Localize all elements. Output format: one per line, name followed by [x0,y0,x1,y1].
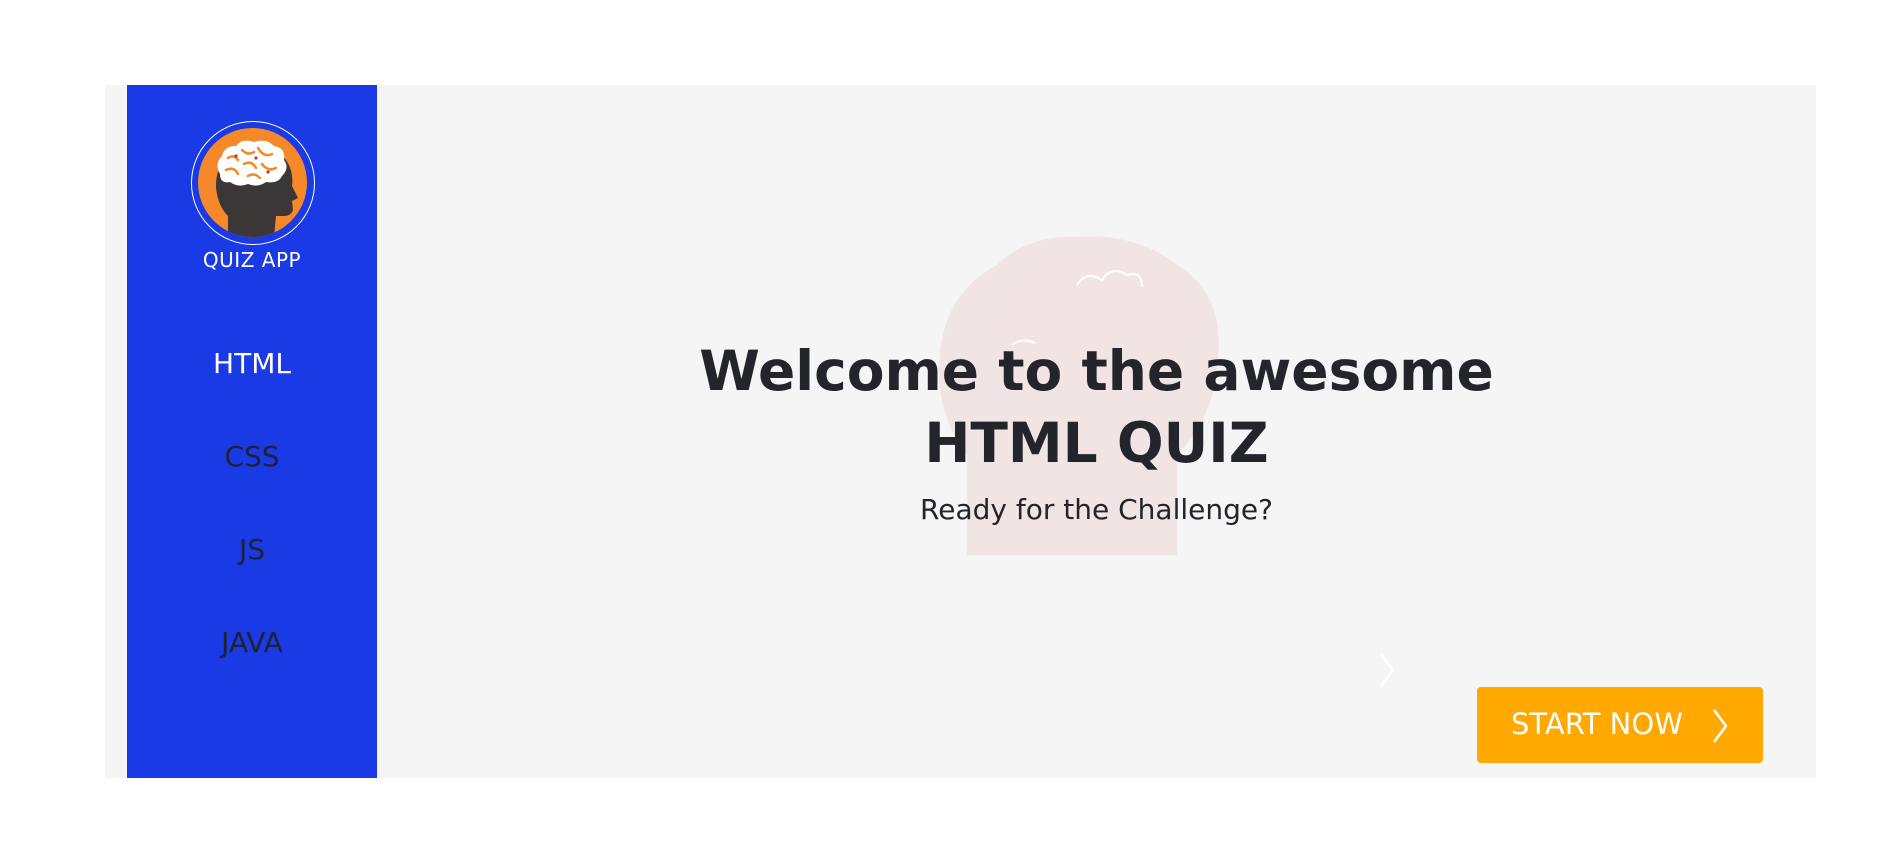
sidebar-item-js[interactable]: JS [127,533,377,626]
faint-chevron-right-icon [1380,653,1395,687]
start-now-button[interactable]: START NOW [1477,687,1763,763]
sidebar-item-html[interactable]: HTML [127,347,377,440]
chevron-right-icon [1713,709,1728,743]
app-name: QUIZ APP [202,248,302,272]
title-line-2: HTML QUIZ [924,411,1269,475]
sidebar: QUIZ APP HTML CSS JS JAVA [127,85,377,778]
sidebar-item-java[interactable]: JAVA [127,626,377,719]
title-line-1: Welcome to the awesome [699,339,1494,403]
sidebar-item-css[interactable]: CSS [127,440,377,533]
brain-head-icon [198,128,307,237]
sidebar-nav: HTML CSS JS JAVA [127,347,377,719]
subtitle: Ready for the Challenge? [920,493,1273,526]
main-content: Welcome to the awesome HTML QUIZ Ready f… [377,85,1816,778]
start-now-label: START NOW [1511,707,1683,741]
app-logo [191,121,315,245]
quiz-app: QUIZ APP HTML CSS JS JAVA Welcome to the… [105,85,1816,778]
page-title: Welcome to the awesome HTML QUIZ [377,335,1816,479]
